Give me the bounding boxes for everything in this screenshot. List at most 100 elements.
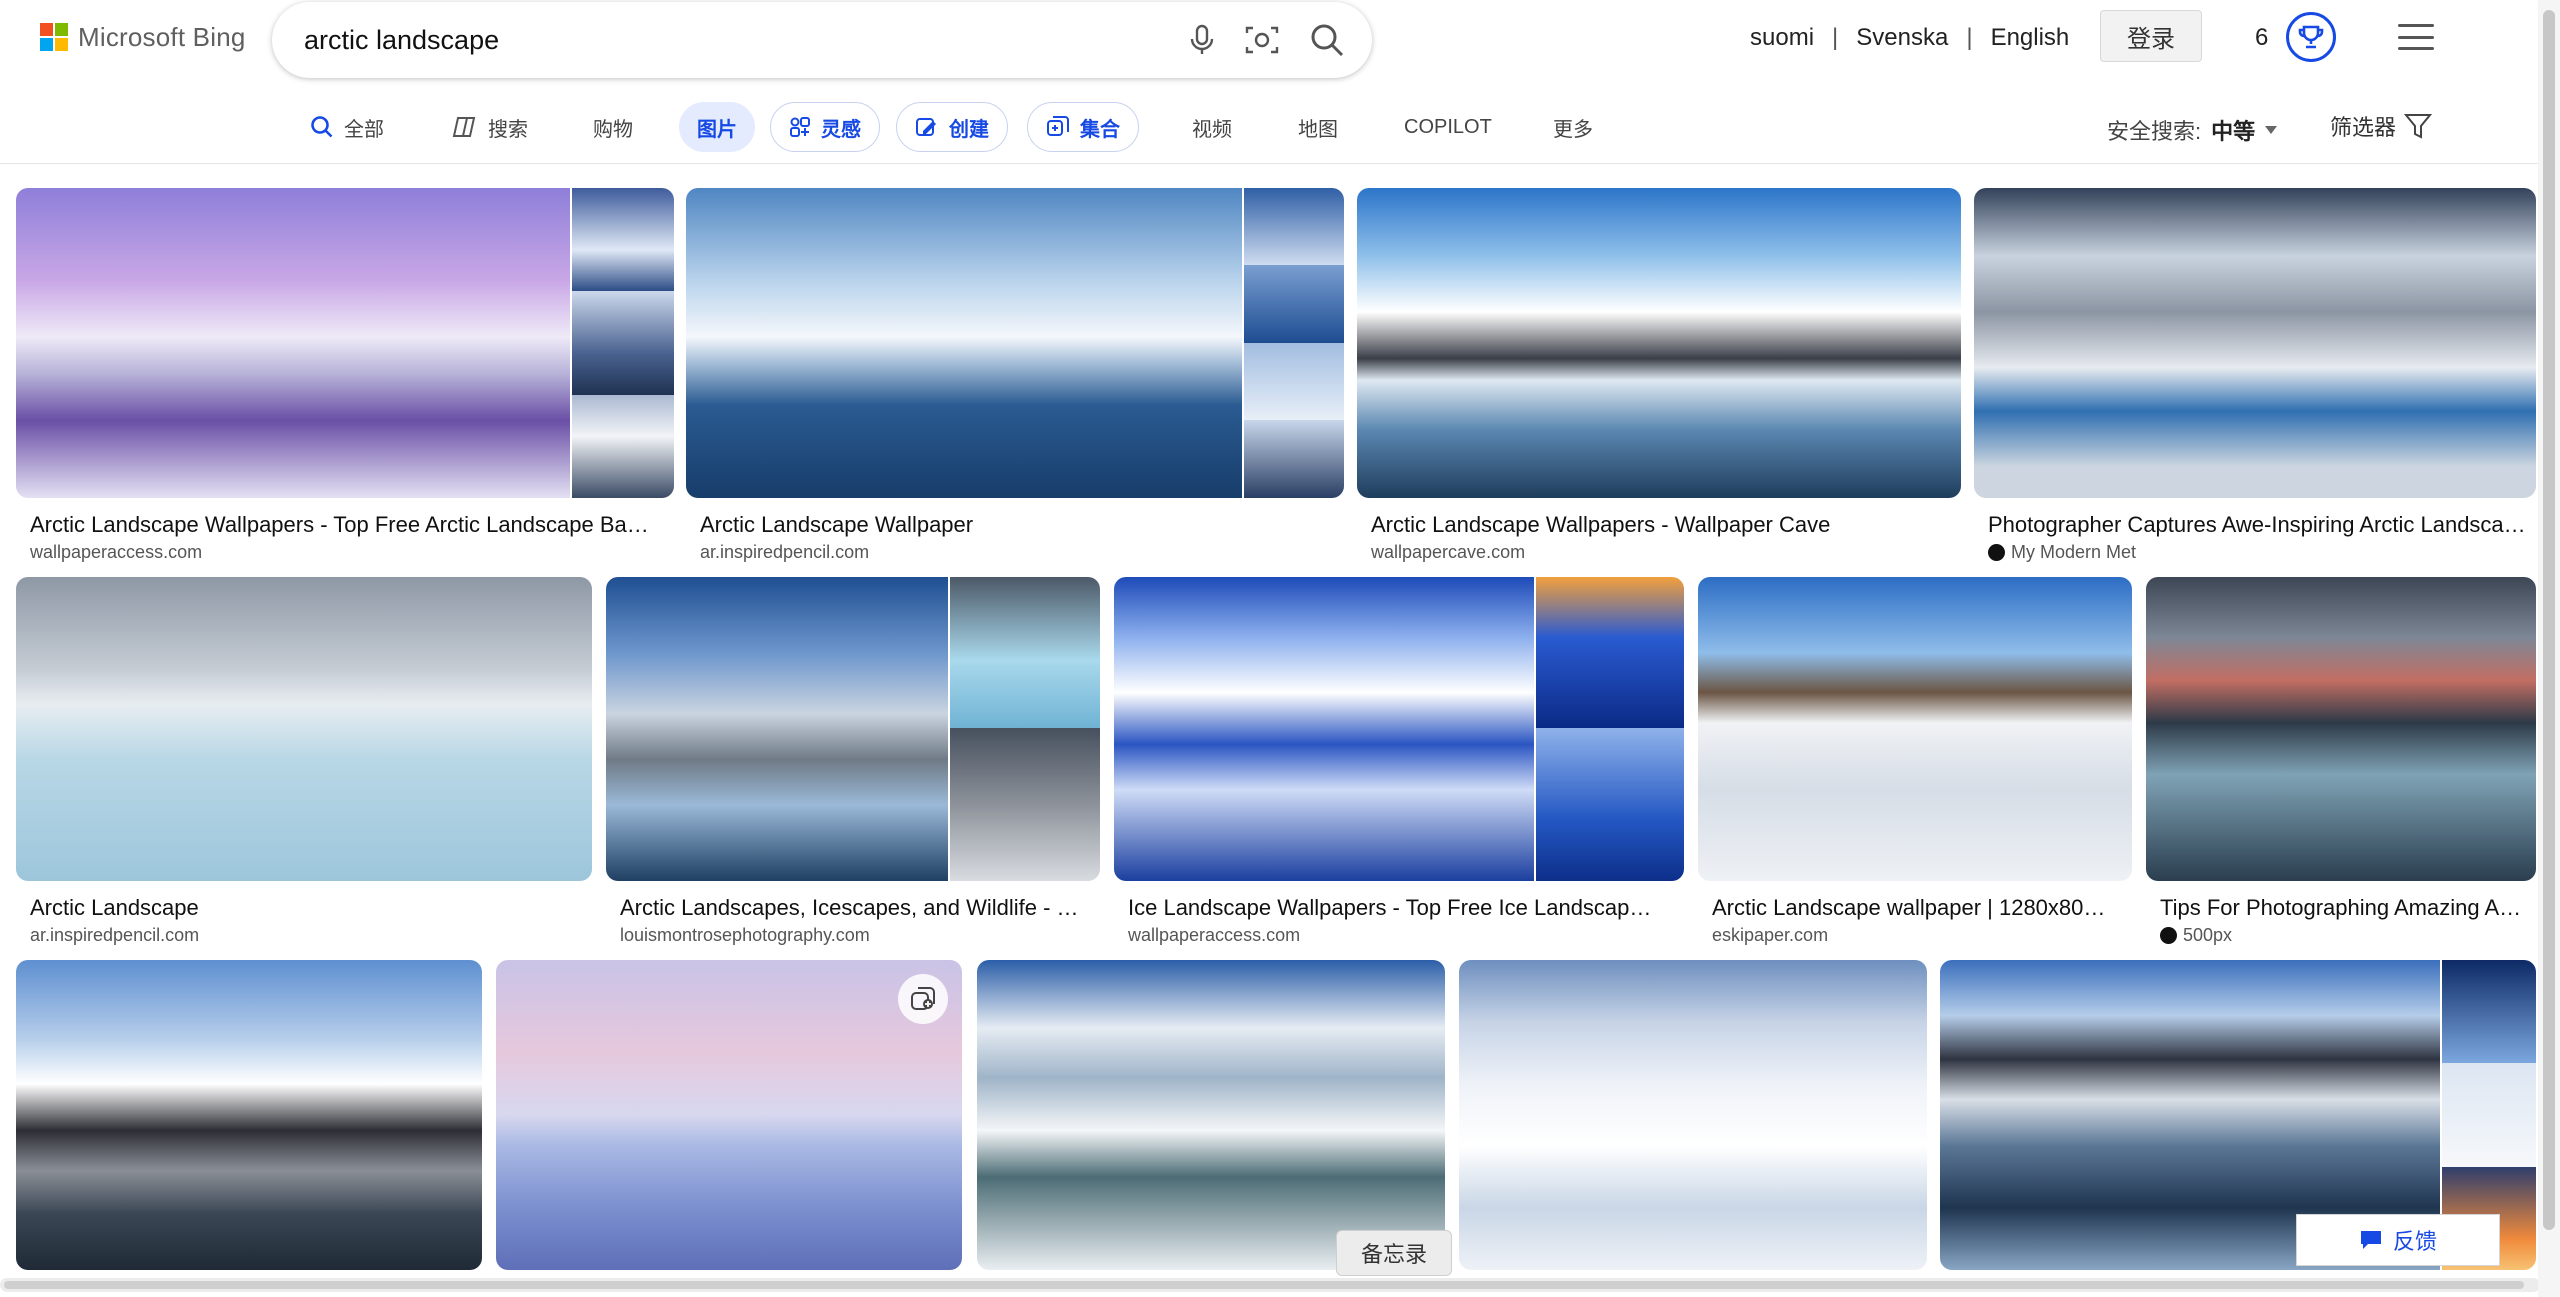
- result-image[interactable]: [1974, 188, 2536, 498]
- result-image[interactable]: [1114, 577, 1684, 881]
- tab-label: 灵感: [821, 118, 861, 141]
- language-links: suomi | Svenska | English: [1750, 24, 2069, 52]
- tab-label: 集合: [1080, 118, 1120, 141]
- result-source: ar.inspiredpencil.com: [30, 925, 200, 945]
- result-title[interactable]: Arctic Landscape Wallpapers - Top Free A…: [30, 512, 670, 538]
- tab-inspiration[interactable]: 灵感: [770, 102, 880, 152]
- result-image[interactable]: [2146, 577, 2536, 881]
- tab-images[interactable]: 图片: [679, 102, 755, 152]
- result-title[interactable]: Arctic Landscape wallpaper | 1280x80…: [1712, 895, 2130, 921]
- result-image[interactable]: [16, 960, 482, 1270]
- vertical-nav: 全部 搜索 购物 图片 灵感 创建 集合 视频 地图 COPILOT 更多 安全…: [0, 96, 2560, 158]
- safe-search-label: 安全搜索:: [2107, 119, 2202, 144]
- search-icon[interactable]: [1307, 20, 1347, 60]
- result-image[interactable]: [606, 577, 1100, 881]
- copilot-icon: [452, 117, 476, 137]
- tab-label: 地图: [1298, 118, 1338, 141]
- result-title[interactable]: Ice Landscape Wallpapers - Top Free Ice …: [1128, 895, 1680, 921]
- horizontal-scrollbar[interactable]: [0, 1278, 2540, 1292]
- visual-search-icon[interactable]: [1242, 20, 1282, 60]
- feedback-icon: [2360, 1231, 2381, 1249]
- result-image[interactable]: [1698, 577, 2132, 881]
- feedback-label: 反馈: [2392, 1229, 2437, 1254]
- result-image[interactable]: [16, 188, 674, 498]
- result-source: wallpapercave.com: [1371, 542, 1526, 562]
- tab-copilot[interactable]: COPILOT: [1386, 102, 1510, 152]
- image-result-card[interactable]: Photographer Captures Awe-Inspiring Arct…: [1974, 188, 2536, 568]
- result-image[interactable]: [16, 577, 592, 881]
- result-source: wallpaperaccess.com: [30, 542, 203, 562]
- hamburger-menu-icon[interactable]: [2398, 24, 2434, 50]
- image-result-card[interactable]: Arctic Landscape ar.inspiredpencil.com: [16, 577, 592, 957]
- result-source: 500px: [2160, 925, 2232, 946]
- tab-videos[interactable]: 视频: [1174, 102, 1250, 152]
- image-result-card[interactable]: Arctic Landscape Wallpapers - Wallpaper …: [1357, 188, 1961, 568]
- tab-label: 搜索: [488, 118, 528, 141]
- result-source: wallpaperaccess.com: [1128, 925, 1301, 945]
- tab-label: COPILOT: [1404, 115, 1492, 138]
- language-link-suomi[interactable]: suomi: [1750, 24, 1814, 52]
- add-to-collection-icon[interactable]: [898, 974, 948, 1024]
- rewards-count[interactable]: 6: [2255, 24, 2268, 52]
- tab-shopping[interactable]: 购物: [575, 102, 651, 152]
- image-result-card[interactable]: Arctic Landscape wallpaper | 1280x80… es…: [1698, 577, 2132, 957]
- result-image[interactable]: [496, 960, 962, 1270]
- tab-label: 更多: [1553, 118, 1593, 141]
- tab-maps[interactable]: 地图: [1280, 102, 1356, 152]
- result-image[interactable]: [1459, 960, 1927, 1270]
- image-result-card[interactable]: Ice Landscape Wallpapers - Top Free Ice …: [1114, 577, 1684, 957]
- caret-down-icon: [2265, 126, 2278, 134]
- memo-button[interactable]: 备忘录: [1336, 1230, 1452, 1276]
- vertical-scrollbar[interactable]: [2538, 0, 2560, 1297]
- login-button[interactable]: 登录: [2100, 10, 2202, 62]
- filter-label: 筛选器: [2330, 115, 2397, 140]
- image-result-card[interactable]: Arctic Landscape Wallpapers - Top Free A…: [16, 188, 674, 568]
- language-link-english[interactable]: English: [1991, 24, 2070, 52]
- language-separator: |: [1832, 24, 1839, 51]
- rewards-trophy-icon[interactable]: [2286, 12, 2336, 62]
- result-title[interactable]: Tips For Photographing Amazing A…: [2160, 895, 2536, 921]
- tab-more[interactable]: 更多: [1535, 102, 1611, 152]
- tab-label: 创建: [949, 118, 989, 141]
- microsoft-logo-icon: [40, 23, 68, 51]
- search-box: [272, 2, 1372, 78]
- feedback-button[interactable]: 反馈: [2296, 1214, 2500, 1266]
- image-result-card[interactable]: Arctic Landscape Wallpaper ar.inspiredpe…: [686, 188, 1344, 568]
- create-icon: [916, 118, 936, 136]
- header: Microsoft Bing suomi | Svenska | English…: [0, 0, 2560, 80]
- result-title[interactable]: Arctic Landscapes, Icescapes, and Wildli…: [620, 895, 1096, 921]
- filter-icon: [2404, 114, 2433, 139]
- result-title[interactable]: Arctic Landscape: [30, 895, 590, 921]
- bing-logo[interactable]: Microsoft Bing: [40, 22, 246, 52]
- tab-label: 图片: [697, 118, 737, 141]
- safe-search-value: 中等: [2211, 119, 2256, 144]
- tab-search[interactable]: 搜索: [434, 102, 546, 152]
- result-source: louismontrosephotography.com: [620, 925, 870, 945]
- safe-search-dropdown[interactable]: 安全搜索: 中等: [2107, 114, 2278, 146]
- search-input[interactable]: [304, 20, 1124, 60]
- result-image[interactable]: [686, 188, 1344, 498]
- collection-icon: [1047, 116, 1069, 136]
- tab-collections[interactable]: 集合: [1027, 102, 1139, 152]
- tab-label: 全部: [344, 118, 384, 141]
- image-result-card[interactable]: Arctic Landscapes, Icescapes, and Wildli…: [606, 577, 1100, 957]
- language-separator: |: [1966, 24, 1973, 51]
- brand-name: Microsoft Bing: [78, 21, 246, 52]
- language-link-svenska[interactable]: Svenska: [1856, 24, 1948, 52]
- result-image[interactable]: [1357, 188, 1961, 498]
- result-title[interactable]: Arctic Landscape Wallpaper: [700, 512, 1340, 538]
- result-title[interactable]: Arctic Landscape Wallpapers - Wallpaper …: [1371, 512, 1961, 538]
- search-icon: [311, 116, 333, 138]
- microphone-icon[interactable]: [1182, 20, 1222, 60]
- tab-create[interactable]: 创建: [896, 102, 1008, 152]
- source-favicon-icon: [1988, 544, 2005, 561]
- result-source: ar.inspiredpencil.com: [700, 542, 870, 562]
- result-title[interactable]: Photographer Captures Awe-Inspiring Arct…: [1988, 512, 2536, 538]
- filter-button[interactable]: 筛选器: [2330, 110, 2433, 142]
- tab-label: 购物: [593, 118, 633, 141]
- image-result-card[interactable]: Tips For Photographing Amazing A… 500px: [2146, 577, 2536, 957]
- tab-label: 视频: [1192, 118, 1232, 141]
- tab-all[interactable]: 全部: [292, 102, 402, 152]
- result-image[interactable]: [977, 960, 1445, 1270]
- inspiration-icon: [790, 117, 810, 137]
